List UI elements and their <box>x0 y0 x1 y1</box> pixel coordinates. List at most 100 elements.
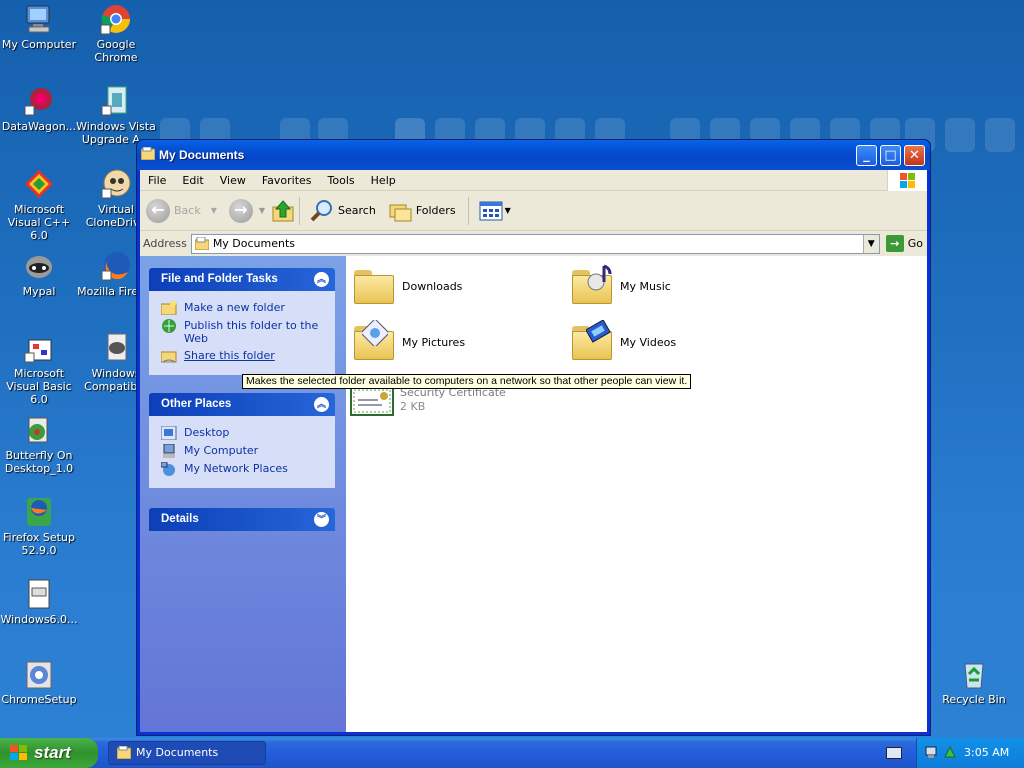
maximize-icon: □ <box>884 148 897 163</box>
maximize-button[interactable]: □ <box>880 145 901 166</box>
share-folder-tooltip: Makes the selected folder available to c… <box>242 374 692 389</box>
desktop-icon-label: Firefox Setup 52.9.0 <box>3 531 75 557</box>
share-folder-link[interactable]: Share this folder <box>161 349 325 363</box>
windows-logo-icon <box>887 170 927 191</box>
visual-cpp-icon <box>23 168 55 200</box>
menu-tools[interactable]: Tools <box>320 174 363 187</box>
chevron-down-icon: ▼ <box>210 206 217 215</box>
desktop-icon-visual-cpp[interactable]: Microsoft Visual C++ 6.0 <box>0 168 79 242</box>
toolbar: ← Back ▼ → ▼ Search Folders ▼ <box>140 191 927 231</box>
desktop-icon-vista-upgrade[interactable]: Windows Vista Upgrade A... <box>76 85 156 146</box>
folders-icon <box>389 204 412 221</box>
back-label: Back <box>174 204 201 217</box>
certificate-icon <box>350 386 394 416</box>
address-value: My Documents <box>212 237 296 250</box>
toolbar-separator <box>299 196 301 225</box>
desktop-icon-chromesetup[interactable]: ChromeSetup <box>0 658 79 706</box>
network-icon <box>161 462 175 476</box>
address-dropdown-button[interactable]: ▼ <box>862 234 879 253</box>
new-folder-icon <box>161 301 177 315</box>
desktop-icon-label: Recycle Bin <box>942 693 1006 706</box>
taskbar-item-label: My Documents <box>136 746 219 759</box>
folder-item-my-pictures[interactable]: My Pictures <box>352 320 465 364</box>
folders-button[interactable]: Folders <box>388 196 456 226</box>
file-size: 2 KB <box>400 400 426 413</box>
network-icon[interactable] <box>925 745 939 759</box>
menu-edit[interactable]: Edit <box>174 174 211 187</box>
datawagon-icon <box>23 85 55 117</box>
task-pane: File and Folder Tasks ︽ Make a new folde… <box>140 256 346 732</box>
place-label: My Network Places <box>184 462 288 475</box>
desktop-icon-mypal[interactable]: Mypal <box>0 250 79 298</box>
desktop-icon-google-chrome[interactable]: Google Chrome <box>76 3 156 64</box>
keyboard-icon[interactable] <box>886 747 902 759</box>
window-titlebar[interactable]: My Documents _ □ ✕ <box>137 140 930 170</box>
file-folder-tasks-header[interactable]: File and Folder Tasks ︽ <box>149 268 335 291</box>
file-folder-tasks-panel: File and Folder Tasks ︽ Make a new folde… <box>149 268 335 375</box>
go-button[interactable]: → Go <box>885 235 923 252</box>
folder-item-downloads[interactable]: Downloads <box>352 264 462 308</box>
start-button[interactable]: start <box>0 738 98 768</box>
make-new-folder-link[interactable]: Make a new folder <box>161 301 325 315</box>
desktop-icon-my-computer[interactable]: My Computer <box>0 3 79 51</box>
pictures-folder-icon <box>352 320 396 364</box>
windows-flag-icon <box>10 745 27 760</box>
file-item-security-certificate[interactable]: Security Certificate 2 KB <box>350 386 506 416</box>
chevron-up-icon[interactable]: ︽ <box>314 272 329 287</box>
safely-remove-icon[interactable] <box>943 745 957 759</box>
chevron-down-icon[interactable]: ︾ <box>314 512 329 527</box>
publish-folder-link[interactable]: Publish this folder to the Web <box>161 319 325 345</box>
panel-title: Other Places <box>161 398 232 410</box>
file-name: Downloads <box>402 279 463 293</box>
back-button[interactable]: ← Back ▼ <box>146 196 217 226</box>
folder-icon <box>352 264 396 308</box>
my-network-places-link[interactable]: My Network Places <box>161 462 325 476</box>
desktop-icon-windows6[interactable]: Windows6.0... <box>0 578 79 626</box>
forward-arrow-icon: → <box>228 198 253 223</box>
desktop-icon-label: Microsoft Visual C++ 6.0 <box>7 203 71 242</box>
desktop-icon-recycle-bin[interactable]: Recycle Bin <box>934 658 1014 706</box>
views-button[interactable]: ▼ <box>479 196 511 226</box>
close-button[interactable]: ✕ <box>904 145 925 166</box>
menu-help[interactable]: Help <box>363 174 404 187</box>
desktop-icon-butterfly[interactable]: Butterfly On Desktop_1.0 <box>0 414 79 475</box>
desktop-icon-label: Google Chrome <box>94 38 138 64</box>
desktop-icon-firefox-setup[interactable]: Firefox Setup 52.9.0 <box>0 496 79 557</box>
vista-upgrade-icon <box>100 85 132 117</box>
up-button[interactable] <box>271 196 295 226</box>
place-label: Desktop <box>184 426 230 439</box>
my-documents-window: My Documents _ □ ✕ File Edit View Favori… <box>136 139 931 736</box>
folder-item-my-videos[interactable]: My Videos <box>570 320 676 364</box>
menu-favorites[interactable]: Favorites <box>254 174 320 187</box>
desktop-icon-label: Microsoft Visual Basic 6.0 <box>6 367 72 406</box>
minimize-icon: _ <box>863 148 870 163</box>
go-arrow-icon: → <box>885 235 904 252</box>
mypal-icon <box>23 250 55 282</box>
music-folder-icon <box>570 264 614 308</box>
butterfly-installer-icon <box>23 414 55 446</box>
menu-view[interactable]: View <box>212 174 254 187</box>
task-label: Publish this folder to the Web <box>184 319 319 345</box>
clock[interactable]: 3:05 AM <box>964 746 1009 759</box>
file-name: My Videos <box>620 335 677 349</box>
desktop-icon-datawagon[interactable]: DataWagon... <box>0 85 79 133</box>
other-places-header[interactable]: Other Places ︽ <box>149 393 335 416</box>
chrome-icon <box>100 3 132 35</box>
recycle-bin-icon <box>958 658 990 690</box>
details-header[interactable]: Details ︾ <box>149 508 335 531</box>
chevron-up-icon[interactable]: ︽ <box>314 397 329 412</box>
search-button[interactable]: Search <box>310 196 376 226</box>
desktop-link[interactable]: Desktop <box>161 426 325 440</box>
minimize-button[interactable]: _ <box>856 145 877 166</box>
taskbar-item-my-documents[interactable]: My Documents <box>108 741 266 765</box>
document-icon <box>23 578 55 610</box>
folder-item-my-music[interactable]: My Music <box>570 264 671 308</box>
details-panel: Details ︾ <box>149 508 335 531</box>
desktop-icon-visual-basic[interactable]: Microsoft Visual Basic 6.0 <box>0 332 79 406</box>
my-computer-link[interactable]: My Computer <box>161 444 325 458</box>
address-input[interactable]: My Documents ▼ <box>190 233 880 254</box>
firefox-setup-icon <box>23 496 55 528</box>
menu-file[interactable]: File <box>140 174 174 187</box>
forward-button[interactable]: → ▼ <box>228 196 265 226</box>
publish-web-icon <box>162 319 176 333</box>
